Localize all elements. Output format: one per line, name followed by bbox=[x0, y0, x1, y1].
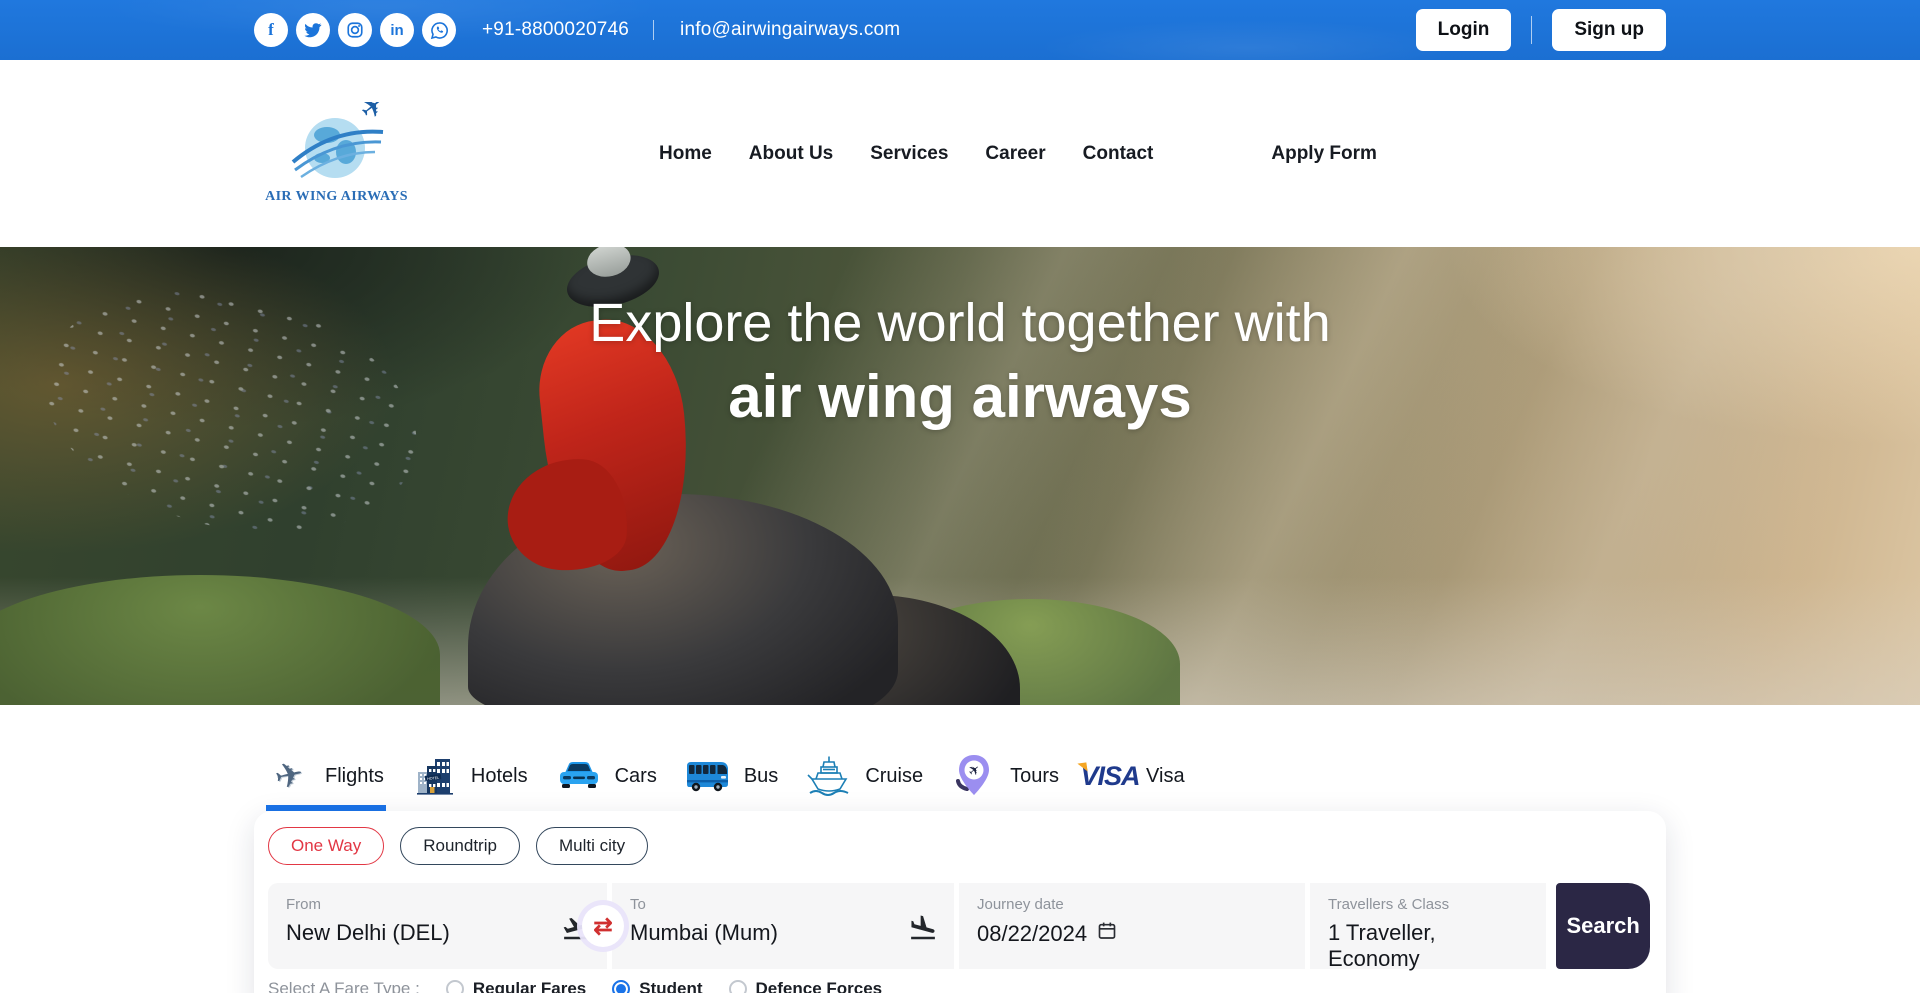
nav-about-us[interactable]: About Us bbox=[749, 143, 833, 165]
email-link[interactable]: info@airwingairways.com bbox=[680, 19, 900, 41]
flight-landing-icon bbox=[908, 913, 938, 948]
trip-type-multi-city[interactable]: Multi city bbox=[536, 827, 648, 865]
to-field[interactable]: To Mumbai (Mum) bbox=[612, 883, 954, 969]
trip-type-one-way[interactable]: One Way bbox=[268, 827, 384, 865]
hero-title: Explore the world together with air wing… bbox=[0, 247, 1920, 431]
facebook-icon[interactable]: f bbox=[254, 13, 288, 47]
tab-cars[interactable]: Cars bbox=[556, 747, 659, 811]
hero-title-line2: air wing airways bbox=[0, 362, 1920, 431]
tab-tours[interactable]: ✈ Tours bbox=[951, 747, 1061, 811]
nav-services[interactable]: Services bbox=[870, 143, 948, 165]
tab-hotels[interactable]: HOTEL Hotels bbox=[412, 747, 530, 811]
twitter-icon[interactable] bbox=[296, 13, 330, 47]
travellers-class-field[interactable]: Travellers & Class 1 Traveller, Economy bbox=[1310, 883, 1546, 969]
tab-bus[interactable]: Bus bbox=[685, 747, 780, 811]
svg-text:✈: ✈ bbox=[352, 102, 388, 128]
nav-contact[interactable]: Contact bbox=[1083, 143, 1154, 165]
visa-logo-icon: VISA bbox=[1087, 755, 1133, 797]
search-button[interactable]: Search bbox=[1556, 883, 1650, 969]
logo[interactable]: ✈ AIR WING AIRWAYS bbox=[254, 102, 419, 205]
phone-link[interactable]: +91-8800020746 bbox=[482, 19, 629, 41]
auth-divider bbox=[1531, 16, 1532, 44]
hero-rock-decoration bbox=[690, 595, 1020, 705]
signup-button[interactable]: Sign up bbox=[1552, 9, 1666, 51]
hero-title-line1: Explore the world together with bbox=[0, 291, 1920, 356]
login-button[interactable]: Login bbox=[1416, 9, 1512, 51]
tab-cruise[interactable]: Cruise bbox=[806, 747, 925, 811]
bus-icon bbox=[685, 755, 731, 797]
fare-type-label: Select A Fare Type : bbox=[268, 979, 420, 993]
hero-banner: Explore the world together with air wing… bbox=[0, 247, 1920, 705]
hero-rock-decoration bbox=[468, 494, 898, 705]
flight-search-card: One Way Roundtrip Multi city From New De… bbox=[254, 811, 1666, 993]
nav-home[interactable]: Home bbox=[659, 143, 712, 165]
social-links: f in bbox=[254, 13, 456, 47]
calendar-icon[interactable] bbox=[1097, 920, 1117, 947]
tour-pin-icon: ✈ bbox=[951, 755, 997, 797]
whatsapp-icon[interactable] bbox=[422, 13, 456, 47]
tab-flights[interactable]: ✈ Flights bbox=[266, 747, 386, 811]
hero-bush-right-decoration bbox=[880, 599, 1180, 705]
topbar-divider bbox=[653, 20, 654, 40]
booking-section: ✈ Flights HOTEL bbox=[254, 747, 1666, 993]
trip-type-pills: One Way Roundtrip Multi city bbox=[268, 827, 1650, 865]
car-icon bbox=[556, 755, 602, 797]
fare-option-student[interactable]: Student bbox=[612, 979, 702, 993]
radio-unchecked-icon[interactable] bbox=[446, 980, 464, 993]
journey-date-field[interactable]: Journey date 08/22/2024 bbox=[959, 883, 1305, 969]
fare-option-regular[interactable]: Regular Fares bbox=[446, 979, 586, 993]
nav-apply-form[interactable]: Apply Form bbox=[1271, 143, 1377, 165]
radio-checked-icon[interactable] bbox=[612, 980, 630, 993]
trip-type-roundtrip[interactable]: Roundtrip bbox=[400, 827, 520, 865]
topbar: f in +91-8800020746 info@airwingairways.… bbox=[0, 0, 1920, 60]
hotel-icon: HOTEL bbox=[412, 755, 458, 797]
instagram-icon[interactable] bbox=[338, 13, 372, 47]
fare-option-defence[interactable]: Defence Forces bbox=[729, 979, 883, 993]
search-fields-row: From New Delhi (DEL) ⇄ To Mumbai (Mum) J… bbox=[268, 883, 1650, 969]
fare-type-row: Select A Fare Type : Regular Fares Stude… bbox=[268, 979, 1650, 993]
auth-buttons: Login Sign up bbox=[1416, 9, 1666, 51]
swap-arrows-icon[interactable]: ⇄ bbox=[582, 905, 624, 947]
flight-icon: ✈ bbox=[266, 755, 312, 797]
tab-visa[interactable]: VISA Visa bbox=[1087, 747, 1187, 811]
linkedin-icon[interactable]: in bbox=[380, 13, 414, 47]
from-field[interactable]: From New Delhi (DEL) bbox=[268, 883, 607, 969]
radio-unchecked-icon[interactable] bbox=[729, 980, 747, 993]
nav-career[interactable]: Career bbox=[985, 143, 1045, 165]
logo-text: AIR WING AIRWAYS bbox=[254, 189, 419, 205]
booking-tabs: ✈ Flights HOTEL bbox=[254, 747, 1666, 811]
site-header: ✈ AIR WING AIRWAYS Home About Us Service… bbox=[0, 60, 1920, 247]
cruise-icon bbox=[806, 755, 852, 797]
globe-plane-icon: ✈ bbox=[285, 102, 389, 188]
main-nav: Home About Us Services Career Contact bbox=[659, 143, 1153, 165]
hero-bush-left-decoration bbox=[0, 575, 440, 705]
